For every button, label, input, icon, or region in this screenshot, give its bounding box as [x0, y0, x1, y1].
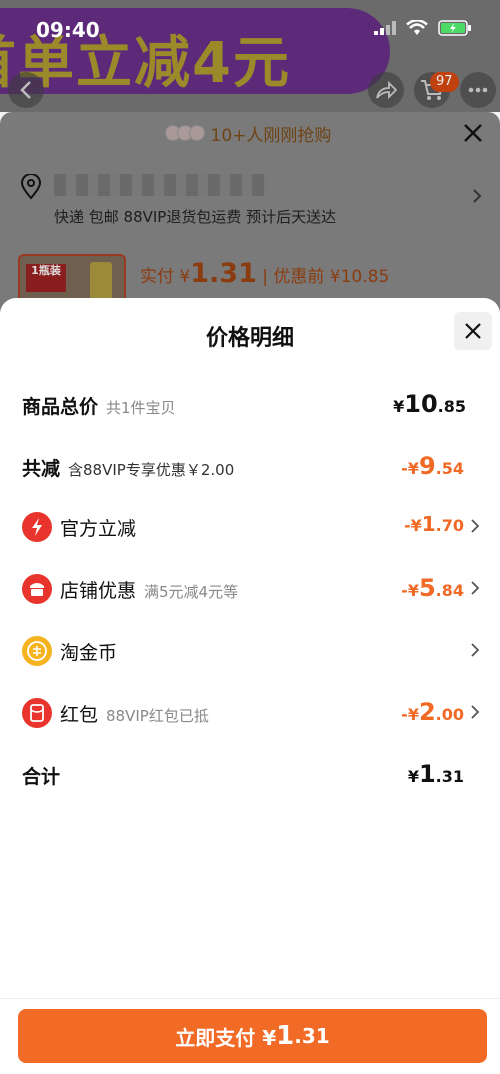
row-label: 红包 88VIP红包已抵	[60, 704, 209, 726]
price-prefix: 实付 ¥	[140, 267, 191, 287]
delivery-info: 快递 包邮 88VIP退货包运费 预计后天送达	[54, 208, 337, 226]
sheet-title: 价格明细	[205, 326, 294, 351]
chevron-left-icon	[20, 81, 31, 99]
row-amount: -¥5.84	[401, 574, 464, 602]
address-text-blurred	[54, 174, 269, 196]
red-packet-icon	[22, 698, 52, 728]
row-sub: 88VIP红包已抵	[106, 707, 209, 725]
price-before: | 优惠前 ¥10.85	[262, 267, 390, 287]
row-sub: 共1件宝贝	[106, 399, 176, 417]
signal-icon	[374, 21, 396, 35]
recent-purchase-row: 10+人刚刚抢购	[0, 112, 500, 154]
wifi-icon	[406, 20, 428, 35]
row-amount: -¥9.54	[401, 452, 464, 480]
shop-icon	[22, 574, 52, 604]
taojinbi-row[interactable]: 淘金币	[0, 632, 500, 672]
grand-total-row: 合计 ¥1.31	[0, 756, 500, 796]
pay-amount-int: 1	[276, 1021, 295, 1051]
product-price: 实付 ¥1.31 | 优惠前 ¥10.85	[140, 258, 389, 289]
pay-now-button[interactable]: 立即支付 ¥1.31	[18, 1009, 487, 1063]
thumbnail-badge: 1瓶装	[26, 264, 66, 292]
row-sub: 满5元减4元等	[144, 583, 239, 601]
row-amount: ¥1.31	[407, 760, 464, 788]
chevron-right-icon	[473, 189, 482, 203]
row-label: 店铺优惠 满5元减4元等	[60, 580, 239, 602]
more-button[interactable]	[460, 72, 496, 108]
row-label: 商品总价 共1件宝贝	[22, 396, 176, 418]
status-time: 09:40	[36, 18, 100, 42]
pay-amount-dec: .31	[294, 1024, 330, 1048]
screen: 首单立减4元 09:40 97 10+人刚刚抢购 快递 包邮 88VIP退货包运…	[0, 0, 500, 1074]
status-icons	[374, 20, 472, 36]
more-icon	[468, 87, 488, 93]
row-sub: 含88VIP专享优惠￥2.00	[68, 461, 235, 479]
cart-count-badge: 97	[430, 72, 459, 92]
chevron-right-icon	[471, 643, 480, 657]
shop-discount-row[interactable]: 店铺优惠 满5元减4元等 -¥5.84	[0, 570, 500, 610]
chevron-right-icon	[471, 581, 480, 595]
price-detail-sheet: 价格明细 商品总价 共1件宝贝 ¥10.85 共减 含88VIP专享优惠￥2.00 …	[0, 298, 500, 1074]
row-amount: -¥1.70	[403, 512, 464, 536]
location-pin-icon	[20, 174, 42, 200]
chevron-right-icon	[471, 705, 480, 719]
chevron-right-icon	[471, 519, 480, 533]
battery-icon	[438, 20, 471, 36]
lightning-icon	[22, 512, 52, 542]
status-bar: 09:40	[0, 0, 500, 60]
sheet-close-button[interactable]	[454, 312, 492, 350]
recent-purchase-text: 10+人刚刚抢购	[210, 125, 332, 146]
row-label: 淘金币	[60, 642, 118, 664]
row-label: 共减 含88VIP专享优惠￥2.00	[22, 458, 235, 480]
row-amount: ¥10.85	[393, 390, 466, 418]
share-icon	[376, 80, 397, 100]
coin-icon	[22, 636, 52, 666]
total-discount-row: 共减 含88VIP专享优惠￥2.00 -¥9.54	[0, 448, 500, 488]
official-discount-row[interactable]: 官方立减 -¥1.70	[0, 508, 500, 548]
address-row[interactable]: 快递 包邮 88VIP退货包运费 预计后天送达	[0, 160, 500, 240]
bottom-bar: 立即支付 ¥1.31	[0, 998, 500, 1074]
row-label: 合计	[22, 766, 61, 788]
back-button[interactable]	[8, 72, 44, 108]
share-button[interactable]	[368, 72, 404, 108]
close-icon[interactable]	[460, 120, 486, 146]
row-label: 官方立减	[60, 518, 137, 540]
buyer-avatars	[164, 125, 205, 141]
red-packet-row[interactable]: 红包 88VIP红包已抵 -¥2.00	[0, 694, 500, 734]
row-amount: -¥2.00	[401, 698, 464, 726]
close-icon	[465, 323, 481, 339]
pay-button-label: 立即支付 ¥	[175, 1025, 277, 1050]
price-value: 1.31	[190, 258, 257, 289]
total-goods-row: 商品总价 共1件宝贝 ¥10.85	[0, 386, 500, 426]
